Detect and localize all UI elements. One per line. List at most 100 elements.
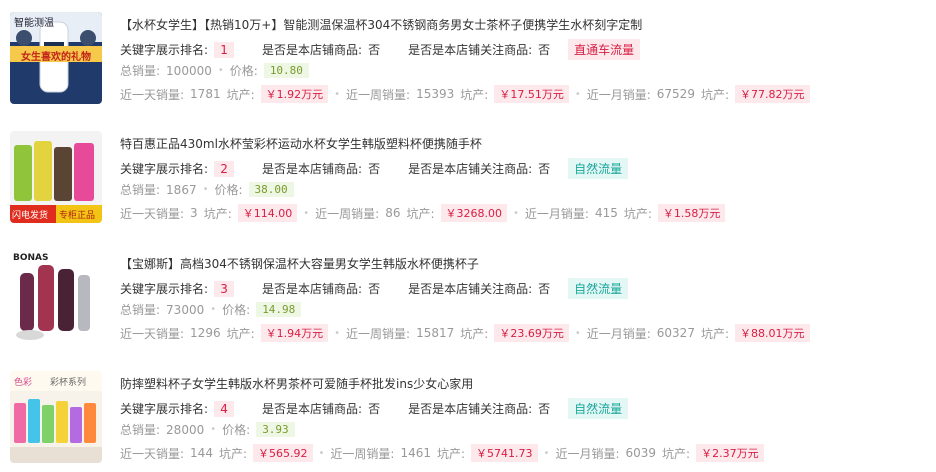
product-list: 智能测温 女生喜欢的礼物 【水杯女学生】【热销10万+】智能测温保温杯304不锈… bbox=[0, 0, 936, 472]
week-output-label: 坑产: bbox=[437, 446, 466, 461]
day-output-label: 坑产: bbox=[218, 446, 247, 461]
month-output-label: 坑产: bbox=[662, 446, 691, 461]
week-output-badge: ￥23.69万元 bbox=[494, 324, 569, 342]
own-store-value: 否 bbox=[368, 43, 381, 57]
price-label: 价格: bbox=[229, 64, 258, 78]
list-item: 色彩 彩杯系列 防摔塑料杯子女学生韩版水杯男茶杯可爱随手杯批发ins少女心家用 … bbox=[0, 371, 936, 471]
week-output-label: 坑产: bbox=[406, 206, 435, 221]
traffic-badge: 自然流量 bbox=[568, 278, 629, 299]
month-sales-value: 415 bbox=[594, 206, 618, 220]
week-sales-label: 近一周销量: bbox=[346, 326, 411, 341]
day-sales-label: 近一天销量: bbox=[120, 326, 185, 341]
month-output-label: 坑产: bbox=[700, 87, 730, 102]
total-sales-value: 100000 bbox=[166, 63, 212, 78]
month-output-badge: ￥77.82万元 bbox=[735, 85, 810, 103]
followed-store-label: 是否是本店铺关注商品: bbox=[408, 282, 533, 296]
rank-label: 关键字展示排名: bbox=[120, 162, 209, 176]
traffic-badge: 自然流量 bbox=[568, 158, 629, 179]
week-output-badge: ￥5741.73 bbox=[471, 444, 538, 462]
list-item: 闪电发货 专柜正品 特百惠正品430ml水杯莹彩杯运动水杯女学生韩版塑料杯便携随… bbox=[0, 131, 936, 231]
separator-dot: • bbox=[202, 184, 209, 195]
separator-dot: • bbox=[210, 424, 217, 435]
own-store-value: 否 bbox=[368, 162, 381, 176]
traffic-badge: 自然流量 bbox=[568, 398, 629, 419]
followed-store-label: 是否是本店铺关注商品: bbox=[408, 43, 533, 57]
month-output-badge: ￥1.58万元 bbox=[657, 204, 726, 222]
week-output-badge: ￥3268.00 bbox=[440, 204, 508, 222]
own-store-value: 否 bbox=[368, 282, 381, 296]
price-badge: 38.00 bbox=[248, 182, 294, 197]
own-store-label: 是否是本店铺商品: bbox=[262, 43, 363, 57]
price-badge: 3.93 bbox=[256, 422, 295, 437]
day-sales-label: 近一天销量: bbox=[120, 206, 185, 221]
followed-store-value: 否 bbox=[538, 402, 551, 416]
thumb-caption-bottom: 女生喜欢的礼物 bbox=[21, 52, 91, 63]
traffic-badge: 直通车流量 bbox=[568, 39, 641, 60]
total-sales-label: 总销量: bbox=[120, 423, 161, 437]
product-title[interactable]: 防摔塑料杯子女学生韩版水杯男茶杯可爱随手杯批发ins少女心家用 bbox=[120, 375, 473, 392]
separator-dot: • bbox=[574, 88, 581, 100]
day-sales-label: 近一天销量: bbox=[120, 446, 185, 461]
own-store-label: 是否是本店铺商品: bbox=[262, 282, 363, 296]
product-thumbnail[interactable]: BONAS bbox=[10, 251, 102, 343]
day-output-label: 坑产: bbox=[226, 87, 255, 102]
day-sales-value: 144 bbox=[190, 446, 213, 460]
week-sales-value: 86 bbox=[385, 206, 401, 220]
separator-dot: • bbox=[334, 88, 341, 100]
rank-badge: 2 bbox=[214, 160, 235, 177]
thumb-caption-right: 彩杯系列 bbox=[50, 378, 87, 388]
month-output-badge: ￥88.01万元 bbox=[735, 324, 810, 342]
month-sales-label: 近一月销量: bbox=[586, 326, 651, 341]
product-thumbnail[interactable]: 闪电发货 专柜正品 bbox=[10, 131, 102, 223]
followed-store-label: 是否是本店铺关注商品: bbox=[408, 162, 533, 176]
rank-badge: 1 bbox=[214, 41, 235, 58]
week-sales-value: 15817 bbox=[416, 326, 455, 340]
product-thumbnail[interactable]: 色彩 彩杯系列 bbox=[10, 371, 102, 463]
total-sales-label: 总销量: bbox=[120, 303, 161, 317]
separator-dot: • bbox=[543, 447, 550, 459]
thumb-caption-left: 闪电发货 bbox=[12, 211, 49, 221]
day-sales-value: 3 bbox=[190, 206, 198, 220]
month-output-label: 坑产: bbox=[623, 206, 652, 221]
week-sales-value: 15393 bbox=[416, 87, 455, 101]
price-badge: 10.80 bbox=[263, 63, 309, 78]
own-store-label: 是否是本店铺商品: bbox=[262, 162, 363, 176]
rank-badge: 3 bbox=[214, 280, 235, 297]
separator-dot: • bbox=[217, 65, 224, 76]
product-title[interactable]: 特百惠正品430ml水杯莹彩杯运动水杯女学生韩版塑料杯便携随手杯 bbox=[120, 135, 482, 152]
total-sales-value: 28000 bbox=[166, 422, 205, 437]
day-sales-value: 1781 bbox=[190, 87, 221, 101]
week-output-label: 坑产: bbox=[460, 87, 489, 102]
product-title[interactable]: 【宝娜斯】高档304不锈钢保温杯大容量男女学生韩版水杯便携杯子 bbox=[120, 255, 479, 272]
week-sales-label: 近一周销量: bbox=[315, 206, 380, 221]
week-sales-value: 1461 bbox=[400, 446, 431, 460]
day-output-badge: ￥1.94万元 bbox=[260, 324, 329, 342]
rank-label: 关键字展示排名: bbox=[120, 282, 209, 296]
rank-label: 关键字展示排名: bbox=[120, 43, 209, 57]
separator-dot: • bbox=[303, 207, 310, 219]
product-thumbnail[interactable]: 智能测温 女生喜欢的礼物 bbox=[10, 12, 102, 104]
month-sales-value: 6039 bbox=[625, 446, 657, 460]
price-label: 价格: bbox=[222, 423, 251, 437]
rank-badge: 4 bbox=[214, 400, 235, 417]
day-output-badge: ￥1.92万元 bbox=[260, 85, 329, 103]
month-sales-value: 60327 bbox=[656, 326, 695, 340]
followed-store-label: 是否是本店铺关注商品: bbox=[408, 402, 533, 416]
product-title[interactable]: 【水杯女学生】【热销10万+】智能测温保温杯304不锈钢商务男女士茶杯子便携学生… bbox=[120, 16, 642, 33]
day-output-label: 坑产: bbox=[226, 326, 255, 341]
rank-label: 关键字展示排名: bbox=[120, 402, 209, 416]
month-sales-value: 67529 bbox=[656, 87, 695, 101]
followed-store-value: 否 bbox=[538, 282, 551, 296]
total-sales-label: 总销量: bbox=[120, 183, 161, 197]
week-output-label: 坑产: bbox=[460, 326, 489, 341]
own-store-value: 否 bbox=[368, 402, 381, 416]
list-item: BONAS 【宝娜斯】高档304不锈钢保温杯大容量男女学生韩版水杯便携杯子 关键… bbox=[0, 251, 936, 351]
separator-dot: • bbox=[318, 447, 325, 459]
day-output-badge: ￥565.92 bbox=[253, 444, 313, 462]
thumb-caption-left: 色彩 bbox=[14, 378, 33, 388]
week-output-badge: ￥17.51万元 bbox=[494, 85, 569, 103]
month-sales-label: 近一月销量: bbox=[524, 206, 589, 221]
month-output-badge: ￥2.37万元 bbox=[696, 444, 764, 462]
thumb-caption-top: 智能测温 bbox=[14, 18, 54, 29]
separator-dot: • bbox=[210, 304, 217, 315]
